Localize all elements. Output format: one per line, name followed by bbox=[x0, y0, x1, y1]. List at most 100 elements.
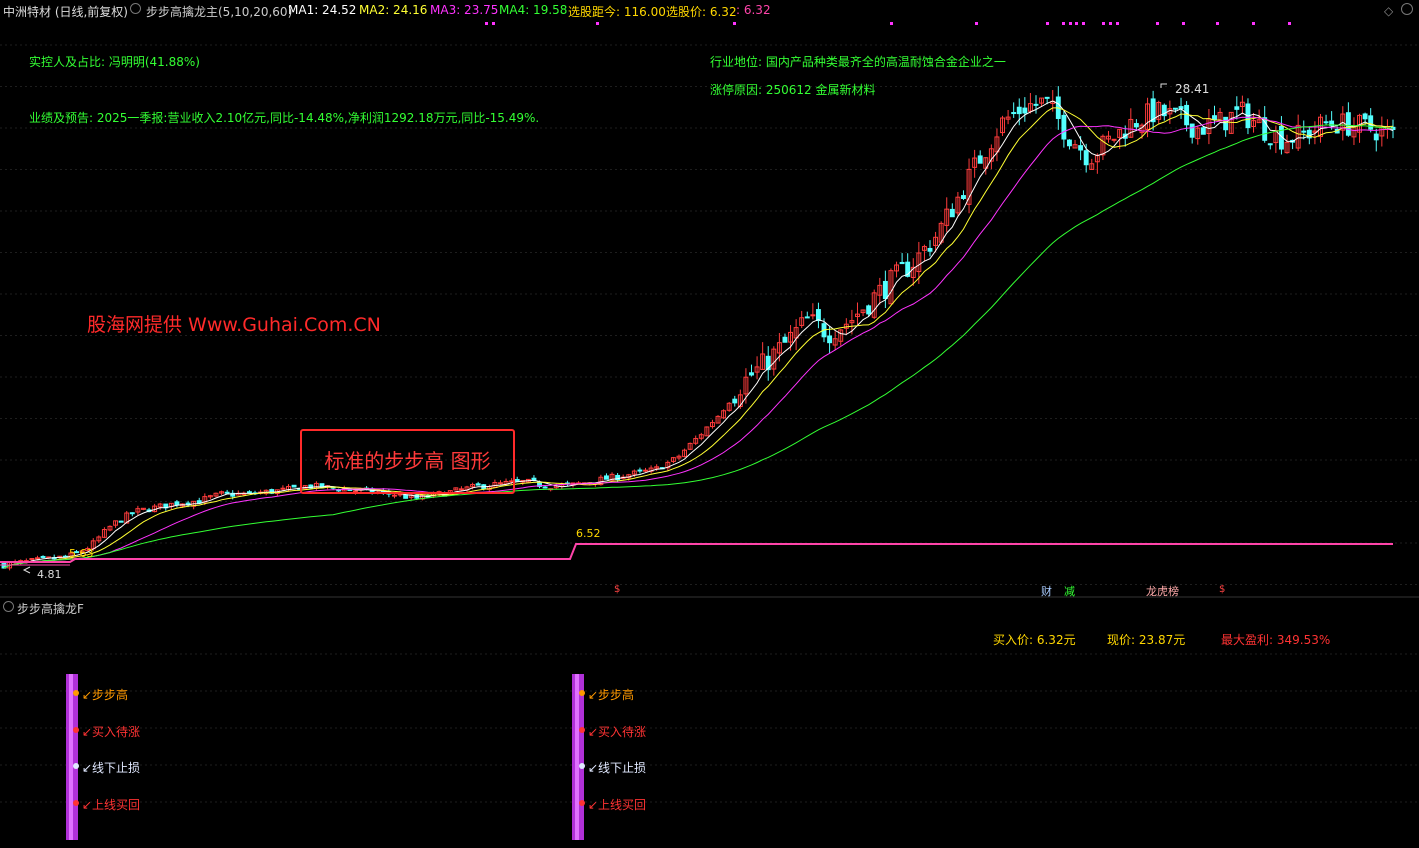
candle-body bbox=[1234, 106, 1240, 110]
candle-body bbox=[782, 336, 788, 343]
signal-dot bbox=[485, 22, 488, 25]
ma3-value: MA3: 23.75 bbox=[430, 3, 499, 17]
candle-body bbox=[291, 484, 297, 488]
candle-body bbox=[1362, 113, 1368, 120]
event-cai[interactable]: 财 bbox=[1041, 583, 1052, 599]
event-dollar-2[interactable]: $ bbox=[1219, 584, 1225, 595]
candle-body bbox=[1033, 103, 1039, 106]
legend-item-1-2: ↙线下止损 bbox=[588, 761, 647, 775]
candle-body bbox=[1267, 143, 1273, 146]
candle-body bbox=[1083, 150, 1089, 166]
now-price: 现价: 23.87元 bbox=[1107, 633, 1186, 647]
candle-body bbox=[1301, 130, 1307, 133]
support-step-line bbox=[0, 543, 1393, 563]
candle-body bbox=[1022, 107, 1028, 114]
candle-body bbox=[1189, 123, 1195, 138]
candle-body bbox=[1078, 145, 1084, 151]
annotation-box: 标准的步步高 图形 bbox=[300, 429, 515, 494]
legend-item-1-3: ↙上线买回 bbox=[588, 798, 647, 812]
candle-body bbox=[1323, 121, 1329, 124]
low-marker bbox=[22, 566, 31, 574]
ma4-value: MA4: 19.58 bbox=[499, 3, 568, 17]
sub-title[interactable]: 步步高擒龙F bbox=[17, 600, 84, 617]
signal-dot bbox=[1288, 22, 1291, 25]
signal-dot bbox=[1082, 22, 1085, 25]
candle-body bbox=[1044, 96, 1050, 99]
candle-body bbox=[810, 314, 816, 317]
candle-body bbox=[1011, 112, 1017, 115]
max-profit: 最大盈利: 349.53% bbox=[1221, 633, 1331, 647]
candle-body bbox=[1345, 112, 1351, 136]
event-dollar-1[interactable]: $ bbox=[614, 584, 620, 595]
candle-body bbox=[1368, 115, 1374, 130]
candle-body bbox=[40, 555, 46, 558]
legend-dot bbox=[73, 690, 79, 696]
price-a-value: 选股价: 6.32 bbox=[666, 5, 737, 19]
candle-body bbox=[280, 487, 286, 490]
event-bang[interactable]: 龙虎榜 bbox=[1146, 583, 1179, 599]
candle-body bbox=[815, 309, 821, 322]
high-price-label: 28.41 bbox=[1175, 82, 1210, 96]
candle-body bbox=[637, 469, 643, 472]
signal-dot bbox=[1216, 22, 1219, 25]
legend-dot bbox=[73, 727, 79, 733]
legend-dot bbox=[73, 800, 79, 806]
signal-dot bbox=[975, 22, 978, 25]
candle-body bbox=[1200, 127, 1206, 135]
candle-body bbox=[1172, 107, 1178, 110]
legend-item-0-1: ↙买入待涨 bbox=[82, 725, 141, 739]
signal-dot bbox=[1069, 22, 1072, 25]
candle-body bbox=[129, 512, 135, 515]
close-circle-icon[interactable] bbox=[1401, 3, 1413, 18]
watermark-text: 股海网提供 Www.Guhai.Com.CN bbox=[87, 314, 381, 336]
signal-dot bbox=[1182, 22, 1185, 25]
candle-body bbox=[514, 479, 520, 482]
candle-body bbox=[927, 247, 933, 252]
signal-dot bbox=[1075, 22, 1078, 25]
candle-body bbox=[1061, 114, 1067, 140]
signal-dot bbox=[1062, 22, 1065, 25]
indicator-name[interactable]: 步步高擒龙主(5,10,20,60) bbox=[146, 3, 292, 20]
legend-dot bbox=[579, 690, 585, 696]
candle-body bbox=[961, 195, 966, 199]
buy-price: 买入价: 6.32元 bbox=[993, 633, 1076, 647]
signal-dot bbox=[1156, 22, 1159, 25]
holder-info: 实控人及占比: 冯明明(41.88%) bbox=[29, 55, 200, 69]
legend-item-0-2: ↙线下止损 bbox=[82, 761, 141, 775]
signal-price-label: 6.52 bbox=[576, 527, 601, 540]
candle-body bbox=[882, 280, 888, 300]
reason-info: 涨停原因: 250612 金属新材料 bbox=[710, 83, 876, 97]
signal-dot bbox=[1102, 22, 1105, 25]
legend-dot bbox=[579, 727, 585, 733]
indicator-collapse-icon[interactable] bbox=[130, 3, 141, 17]
signal-dot bbox=[596, 22, 599, 25]
candle-body bbox=[899, 261, 905, 265]
sub-collapse-icon[interactable] bbox=[3, 601, 14, 615]
candle-body bbox=[224, 491, 230, 494]
signal-dot bbox=[1109, 22, 1112, 25]
signal-dot bbox=[1116, 22, 1119, 25]
candle-body bbox=[118, 520, 124, 523]
candle-body bbox=[732, 398, 738, 404]
candle-body bbox=[604, 475, 609, 480]
candle-body bbox=[866, 305, 872, 315]
candle-body bbox=[542, 486, 548, 489]
candle-body bbox=[1067, 139, 1072, 147]
legend-item-0-0: ↙步步高 bbox=[82, 688, 129, 702]
ma2-value: MA2: 24.16 bbox=[359, 3, 428, 17]
legend-dot bbox=[73, 763, 79, 769]
sub-chart bbox=[0, 653, 1419, 840]
low-price-label: 4.81 bbox=[37, 568, 62, 581]
diamond-icon[interactable]: ◇ bbox=[1384, 4, 1393, 18]
event-jian[interactable]: 减 bbox=[1064, 583, 1075, 599]
legend-dot bbox=[579, 763, 585, 769]
ma4-line bbox=[3, 124, 1394, 569]
candle-body bbox=[1016, 106, 1022, 115]
candle-body bbox=[827, 335, 833, 344]
candle-body bbox=[749, 372, 754, 376]
candle-body bbox=[804, 316, 810, 319]
candle-body bbox=[643, 469, 648, 472]
candle-body bbox=[1223, 116, 1229, 131]
stock-title[interactable]: 中洲特材 (日线,前复权) bbox=[3, 3, 128, 20]
candle-body bbox=[403, 494, 409, 499]
